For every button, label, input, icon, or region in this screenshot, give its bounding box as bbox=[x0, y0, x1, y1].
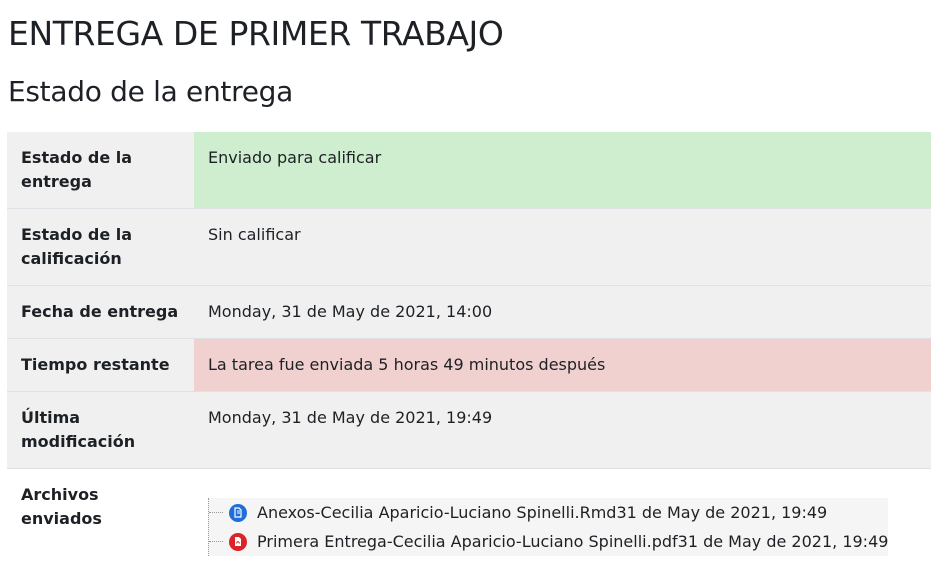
row-label: Estado de la entrega bbox=[7, 132, 194, 209]
table-row-submission-status: Estado de la entrega Enviado para califi… bbox=[7, 132, 931, 209]
submission-status-table: Estado de la entrega Enviado para califi… bbox=[7, 132, 931, 568]
row-label: Tiempo restante bbox=[7, 339, 194, 392]
file-link-pdf[interactable]: Primera Entrega-Cecilia Aparicio-Luciano… bbox=[257, 530, 678, 554]
row-label: Última modificación bbox=[7, 392, 194, 469]
table-row-due-date: Fecha de entrega Monday, 31 de May de 20… bbox=[7, 286, 931, 339]
time-remaining-value: La tarea fue enviada 5 horas 49 minutos … bbox=[194, 339, 931, 392]
row-label: Archivos enviados bbox=[7, 469, 194, 568]
due-date-value: Monday, 31 de May de 2021, 14:00 bbox=[194, 286, 931, 339]
row-label: Estado de la calificación bbox=[7, 209, 194, 286]
file-tree: Anexos-Cecilia Aparicio-Luciano Spinelli… bbox=[208, 498, 888, 556]
pdf-icon bbox=[229, 533, 247, 551]
grading-status-value: Sin calificar bbox=[194, 209, 931, 286]
file-date: 31 de May de 2021, 19:49 bbox=[678, 530, 889, 554]
file-item: Anexos-Cecilia Aparicio-Luciano Spinelli… bbox=[215, 498, 888, 527]
page-title: ENTREGA DE PRIMER TRABAJO bbox=[8, 14, 503, 53]
file-date: 31 de May de 2021, 19:49 bbox=[616, 501, 827, 525]
document-icon bbox=[229, 504, 247, 522]
table-row-last-modified: Última modificación Monday, 31 de May de… bbox=[7, 392, 931, 469]
last-modified-value: Monday, 31 de May de 2021, 19:49 bbox=[194, 392, 931, 469]
row-label: Fecha de entrega bbox=[7, 286, 194, 339]
file-item: Primera Entrega-Cecilia Aparicio-Luciano… bbox=[215, 527, 888, 556]
table-row-grading-status: Estado de la calificación Sin calificar bbox=[7, 209, 931, 286]
table-row-time-remaining: Tiempo restante La tarea fue enviada 5 h… bbox=[7, 339, 931, 392]
section-title: Estado de la entrega bbox=[8, 75, 293, 108]
table-row-submitted-files: Archivos enviados Anexos-Cecilia Aparici… bbox=[7, 469, 931, 568]
submitted-files-cell: Anexos-Cecilia Aparicio-Luciano Spinelli… bbox=[194, 469, 931, 568]
file-link-rmd[interactable]: Anexos-Cecilia Aparicio-Luciano Spinelli… bbox=[257, 501, 616, 525]
submission-status-value: Enviado para calificar bbox=[194, 132, 931, 209]
